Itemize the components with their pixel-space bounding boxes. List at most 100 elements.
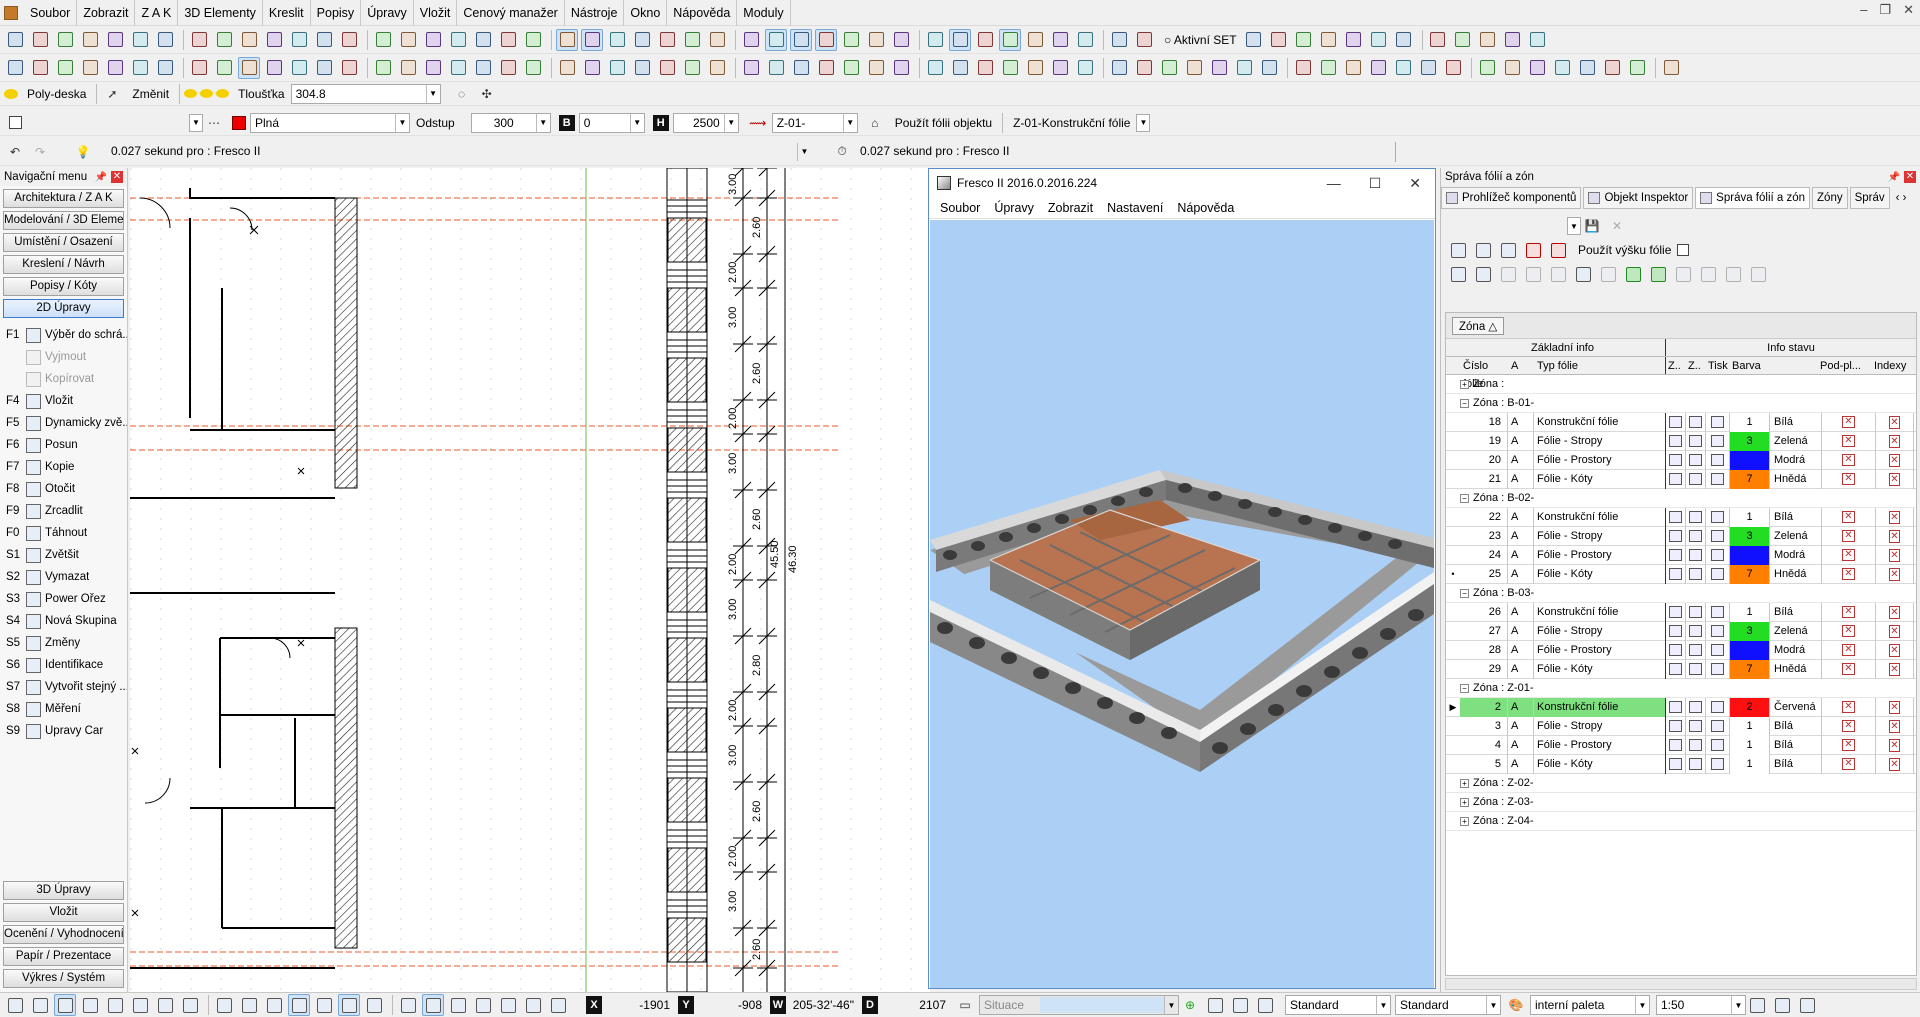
view-tool-12-icon[interactable] xyxy=(313,57,335,79)
chevron-down-icon[interactable]: ▼ xyxy=(395,113,409,132)
visibility-icon-cell[interactable] xyxy=(1666,564,1686,584)
layer-tool-icon-10[interactable] xyxy=(1722,263,1744,285)
layer-copy-icon[interactable] xyxy=(1497,239,1519,261)
fresco-menu-item-1[interactable]: Úpravy xyxy=(987,201,1041,215)
index-cell[interactable]: ✕ xyxy=(1876,754,1914,774)
print-icon-cell[interactable] xyxy=(1706,526,1730,546)
chevron-down-icon[interactable]: ▼ xyxy=(1731,996,1745,1014)
main-tool-12-icon[interactable] xyxy=(313,29,335,51)
sublayer-cell[interactable]: ✕ xyxy=(1822,602,1876,622)
layer-select[interactable]: Z-01- ▼ xyxy=(771,112,858,133)
index-cell[interactable]: ✕ xyxy=(1876,545,1914,565)
col-z2[interactable]: Z.. xyxy=(1686,357,1706,374)
menu-item-0[interactable]: Soubor xyxy=(24,0,78,26)
drawing-canvas[interactable]: 3.00 2.60 2.00 3.00 2.60 2.00 3.00 2.60 2.00 3.00… xyxy=(130,168,930,992)
scale-select[interactable]: 1:50 ▼ xyxy=(1656,995,1746,1015)
main-tool-16-icon[interactable] xyxy=(422,29,444,51)
group-chip-zona[interactable]: Zóna △ xyxy=(1452,316,1505,335)
pen-color-swatch[interactable] xyxy=(232,115,246,130)
view-tool-13-icon[interactable] xyxy=(338,57,360,79)
view-tool-61-icon[interactable] xyxy=(1601,57,1623,79)
odstup-field[interactable]: 300 ▼ xyxy=(470,112,551,133)
slab-icon-3[interactable] xyxy=(216,89,230,98)
lock-icon-cell[interactable] xyxy=(1686,640,1706,660)
color-swatch[interactable]: 7 xyxy=(1730,659,1770,679)
view-tool-40-icon[interactable] xyxy=(1049,57,1071,79)
main-right-tool-2-icon[interactable] xyxy=(1293,29,1315,51)
sublayer-cell[interactable]: ✕ xyxy=(1822,545,1876,565)
nav-function-16[interactable]: S7 Vytvořit stejný ... xyxy=(0,676,127,698)
view-tool-39-icon[interactable] xyxy=(1024,57,1046,79)
lightbulb-icon[interactable]: 💡 xyxy=(72,141,94,163)
color-swatch[interactable]: 2 xyxy=(1730,697,1770,717)
view-tool-38-icon[interactable] xyxy=(999,57,1021,79)
main-tool-27-icon[interactable] xyxy=(706,29,728,51)
index-cell[interactable]: ✕ xyxy=(1876,412,1914,432)
restore-icon[interactable]: ❐ xyxy=(1879,2,1891,18)
main-right-tool-8-icon[interactable] xyxy=(1452,29,1474,51)
status-tool-10-icon[interactable] xyxy=(263,994,285,1016)
print-icon-cell[interactable] xyxy=(1706,640,1730,660)
dotted-icon[interactable]: ⋯ xyxy=(203,112,225,134)
expand-toggle-icon[interactable]: + xyxy=(1460,816,1469,826)
main-tool-9-icon[interactable] xyxy=(238,29,260,51)
status-tool-21-icon[interactable] xyxy=(547,994,569,1016)
status-tool-16-icon[interactable] xyxy=(422,994,444,1016)
close-icon[interactable]: ✕ xyxy=(1904,171,1916,183)
expand-toggle-icon[interactable]: − xyxy=(1460,588,1469,598)
nav-function-15[interactable]: S6 Identifikace xyxy=(0,654,127,676)
grid-icon[interactable] xyxy=(1746,994,1768,1016)
index-cell[interactable]: ✕ xyxy=(1876,507,1914,527)
main-tool-8-icon[interactable] xyxy=(213,29,235,51)
view-tool-42-icon[interactable] xyxy=(1108,57,1130,79)
nav-function-0[interactable]: F1 Výběr do schrá... xyxy=(0,324,127,346)
table-row[interactable]: 19 A Fólie - Stropy 3 Zelená ✕ ✕ xyxy=(1446,431,1916,451)
cursor-icon[interactable]: ➚ xyxy=(101,83,123,105)
menu-item-2[interactable]: Z A K xyxy=(135,0,179,26)
situace-select[interactable]: Situace ▼ xyxy=(979,995,1179,1015)
main-right-tool-11-icon[interactable] xyxy=(1527,29,1549,51)
view-tool-2-icon[interactable] xyxy=(54,57,76,79)
sublayer-cell[interactable]: ✕ xyxy=(1822,526,1876,546)
visibility-icon-cell[interactable] xyxy=(1666,659,1686,679)
sublayer-cell[interactable]: ✕ xyxy=(1822,450,1876,470)
visibility-icon-cell[interactable] xyxy=(1666,450,1686,470)
view-tool-44-icon[interactable] xyxy=(1158,57,1180,79)
visibility-icon-cell[interactable] xyxy=(1666,526,1686,546)
slab-icon-1[interactable] xyxy=(184,89,198,98)
snap-icon[interactable]: ✣ xyxy=(476,83,498,105)
status-tool-15-icon[interactable] xyxy=(397,994,419,1016)
color-swatch[interactable]: 1 xyxy=(1730,602,1770,622)
main-tool-43-icon[interactable] xyxy=(1133,29,1155,51)
zmenit-button[interactable]: Změnit xyxy=(132,87,169,101)
view-tool-41-icon[interactable] xyxy=(1074,57,1096,79)
main-right-tool-9-icon[interactable] xyxy=(1477,29,1499,51)
status-tool-17-icon[interactable] xyxy=(447,994,469,1016)
nav-category-3[interactable]: Kreslení / Návrh xyxy=(3,255,124,274)
table-row[interactable]: 21 A Fólie - Kóty 7 Hnědá ✕ ✕ xyxy=(1446,469,1916,489)
status-tool-1-icon[interactable] xyxy=(29,994,51,1016)
status-tool-9-icon[interactable] xyxy=(238,994,260,1016)
color-swatch[interactable]: 1 xyxy=(1730,507,1770,527)
layer-icon[interactable]: ⟿ xyxy=(747,112,769,134)
chevron-down-icon[interactable]: ▼ xyxy=(425,84,440,103)
sublayer-cell[interactable]: ✕ xyxy=(1822,735,1876,755)
layer-tool-icon-2[interactable] xyxy=(1472,263,1494,285)
menu-item-9[interactable]: Nástroje xyxy=(565,0,625,26)
main-tool-36-icon[interactable] xyxy=(949,28,971,51)
expand-toggle-icon[interactable]: + xyxy=(1460,379,1469,389)
main-tool-41-icon[interactable] xyxy=(1074,29,1096,51)
view-tool-11-icon[interactable] xyxy=(288,57,310,79)
sublayer-cell[interactable]: ✕ xyxy=(1822,412,1876,432)
color-swatch[interactable]: 1 xyxy=(1730,754,1770,774)
fresco-menu-item-2[interactable]: Zobrazit xyxy=(1041,201,1100,215)
table-row[interactable]: 26 A Konstrukční fólie 1 Bílá ✕ ✕ xyxy=(1446,602,1916,622)
layer-tool-icon-11[interactable] xyxy=(1747,263,1769,285)
view-tool-47-icon[interactable] xyxy=(1233,57,1255,79)
zone-group-row[interactable]: − Zóna : B-02- xyxy=(1446,489,1916,508)
view-tool-5-icon[interactable] xyxy=(129,57,151,79)
delete-icon[interactable]: ✕ xyxy=(1606,215,1628,237)
table-row[interactable]: 4 A Fólie - Prostory 1 Bílá ✕ ✕ xyxy=(1446,735,1916,755)
view-tool-58-icon[interactable] xyxy=(1526,57,1548,79)
chevron-down-icon[interactable]: ▼ xyxy=(797,142,811,161)
